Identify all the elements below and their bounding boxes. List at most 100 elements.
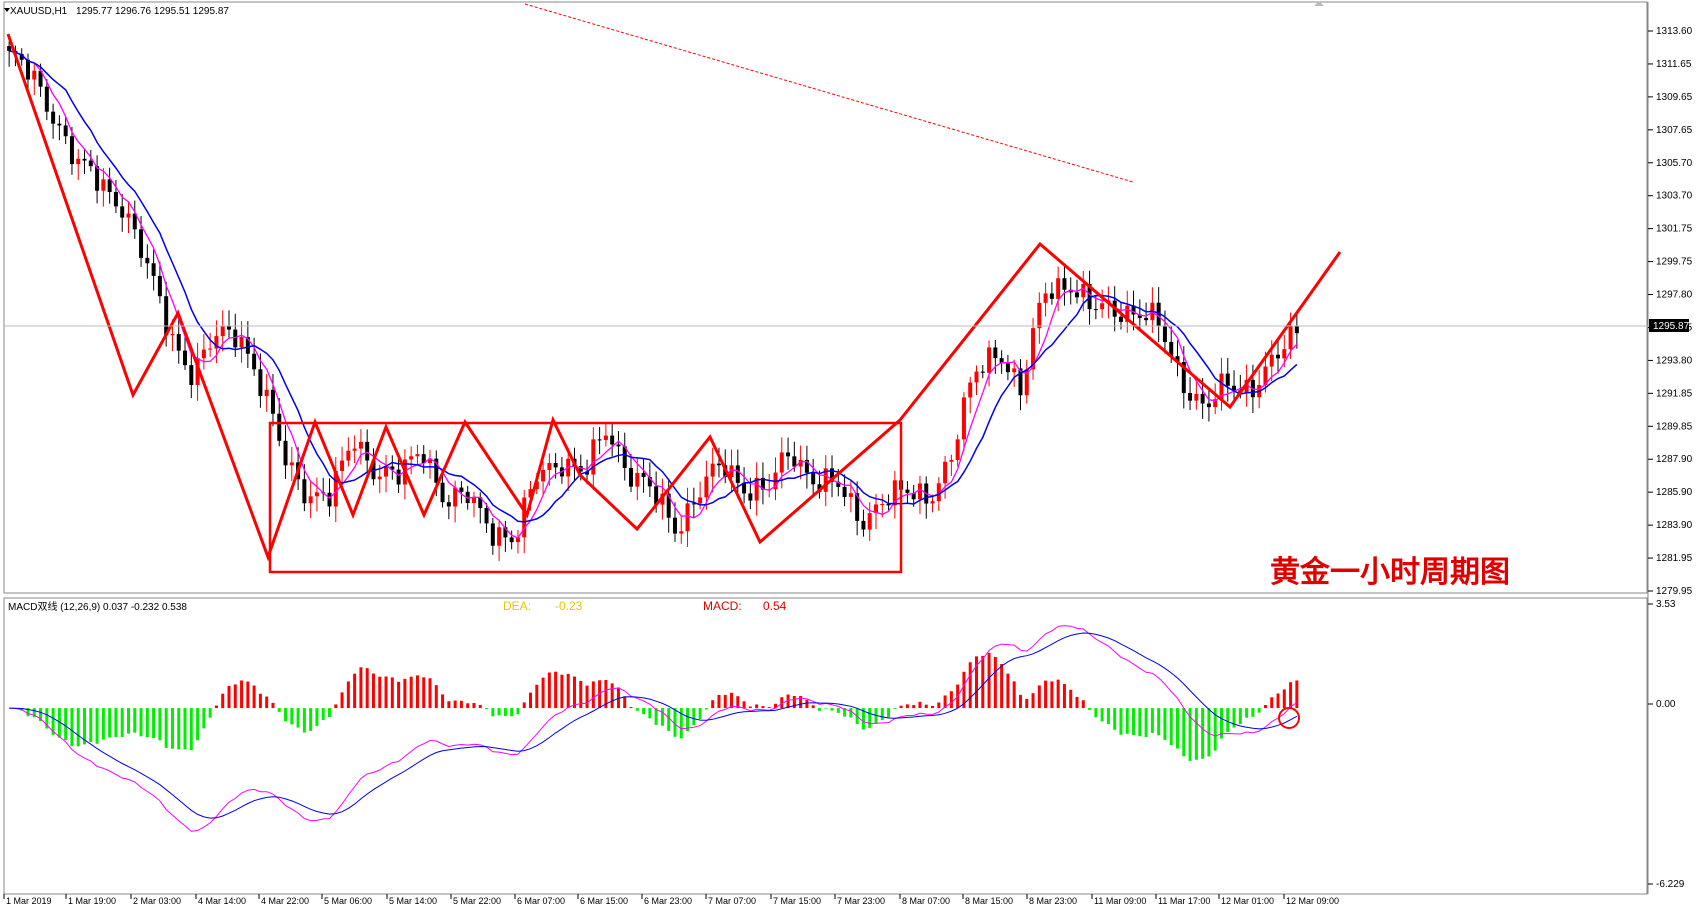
zigzag-trend-line: [6, 33, 1342, 562]
candle-body: [396, 469, 401, 485]
candle-body: [82, 158, 87, 161]
price-tick-label: 1307.65: [1656, 125, 1693, 136]
candle-body: [409, 456, 414, 460]
price-tick-label: 1309.65: [1656, 92, 1693, 103]
price-tick-label: 1285.90: [1656, 487, 1693, 498]
time-tick-label: 5 Mar 06:00: [324, 896, 372, 906]
candle-body: [415, 454, 420, 457]
macd-tick-label: 0.00: [1656, 699, 1676, 710]
candle-body: [183, 350, 188, 366]
macd-value: 0.54: [763, 599, 787, 613]
candle-body: [57, 123, 62, 126]
time-tick-label: 12 Mar 09:00: [1286, 896, 1339, 906]
candle-body: [1294, 326, 1299, 334]
candle-body: [453, 487, 458, 507]
candle-body: [358, 441, 363, 449]
candle-body: [113, 191, 118, 207]
candle-body: [861, 520, 866, 530]
candle-body: [980, 371, 985, 373]
time-axis: 1 Mar 2019 1 Mar 19:00 2 Mar 03:00 4 Mar 14…: [3, 894, 1339, 906]
time-tick-label: 7 Mar 15:00: [773, 896, 821, 906]
candle-body: [101, 179, 106, 191]
candle-body: [591, 439, 596, 475]
candle-body: [258, 369, 263, 397]
price-tick-label: 1287.90: [1656, 454, 1693, 465]
candle-body: [377, 476, 382, 480]
candle-body: [226, 326, 231, 330]
candle-body: [968, 382, 973, 398]
time-tick-label: 8 Mar 07:00: [902, 896, 950, 906]
ma-slow-line: [8, 50, 1298, 523]
candle-body: [1005, 363, 1010, 373]
candle-body: [233, 329, 238, 348]
chart-annotation: 黄金一小时周期图: [1270, 555, 1510, 590]
price-axis: 1313.60 1311.65 1309.65 1307.65 1305.70 1303.…: [1648, 26, 1693, 597]
candle-body: [1100, 303, 1105, 310]
candle-body: [880, 504, 885, 506]
candle-body: [949, 459, 954, 462]
candle-body: [69, 136, 74, 165]
candle-body: [698, 497, 703, 504]
candle-body: [440, 482, 445, 503]
candle-body: [252, 353, 257, 370]
candle-body: [63, 125, 68, 137]
candle-body: [541, 469, 546, 482]
candle-body: [603, 435, 608, 440]
candle-body: [384, 466, 389, 477]
candle-body: [1144, 317, 1149, 321]
candle-body: [710, 463, 715, 477]
candle-body: [327, 492, 332, 507]
symbol-header: XAUUSD,H1 1295.77 1296.76 1295.51 1295.8…: [10, 6, 229, 17]
candle-body: [1269, 354, 1274, 367]
candle-body: [1012, 368, 1017, 373]
time-tick-label: 8 Mar 15:00: [965, 896, 1013, 906]
candle-body: [1162, 326, 1167, 342]
candle-body: [490, 523, 495, 546]
candle-body: [993, 347, 998, 359]
time-tick-label: 5 Mar 22:00: [453, 896, 501, 906]
price-tick-label: 1299.75: [1656, 257, 1693, 268]
price-tick-label: 1305.70: [1656, 158, 1693, 169]
candle-body: [1056, 278, 1061, 299]
candle-body: [716, 463, 721, 466]
time-tick-label: 6 Mar 23:00: [644, 896, 692, 906]
price-tick-label: 1301.75: [1656, 224, 1693, 235]
candle-body: [289, 462, 294, 466]
price-tick-label: 1313.60: [1656, 26, 1693, 37]
time-tick-label: 12 Mar 01:00: [1221, 896, 1274, 906]
candle-body: [208, 348, 213, 350]
candle-body: [302, 479, 307, 504]
ma-fast-line: [8, 50, 1298, 539]
macd-label: MACD:: [703, 599, 742, 613]
candle-body: [32, 70, 37, 80]
candle-body: [672, 517, 677, 534]
candle-body: [264, 389, 269, 397]
time-tick-label: 7 Mar 23:00: [837, 896, 885, 906]
candle-body: [88, 160, 93, 167]
dashed-trend-line: [524, 3, 1134, 183]
candle-body: [157, 275, 162, 297]
candle-body: [792, 456, 797, 467]
candle-body: [270, 389, 275, 414]
time-tick-label: 5 Mar 14:00: [389, 896, 437, 906]
price-tick-label: 1289.85: [1656, 421, 1693, 432]
highlight-circle: [1278, 707, 1300, 729]
candle-body: [905, 489, 910, 493]
candle-body: [597, 439, 602, 441]
dea-value: -0.23: [555, 599, 583, 613]
candle-body: [220, 326, 225, 337]
candle-body: [1093, 309, 1098, 311]
candle-body: [44, 86, 49, 112]
candle-body: [917, 483, 922, 500]
candle-body: [352, 448, 357, 451]
candle-body: [610, 435, 615, 445]
time-tick-label: 4 Mar 14:00: [198, 896, 246, 906]
candle-body: [641, 472, 646, 478]
macd-header: MACD双线 (12,26,9) 0.037 -0.232 0.538: [8, 600, 187, 613]
candle-body: [51, 111, 56, 124]
candle-body: [961, 397, 966, 440]
time-tick-label: 6 Mar 07:00: [517, 896, 565, 906]
candle-body: [170, 334, 175, 336]
candle-body: [987, 347, 992, 373]
candle-body: [1118, 316, 1123, 322]
